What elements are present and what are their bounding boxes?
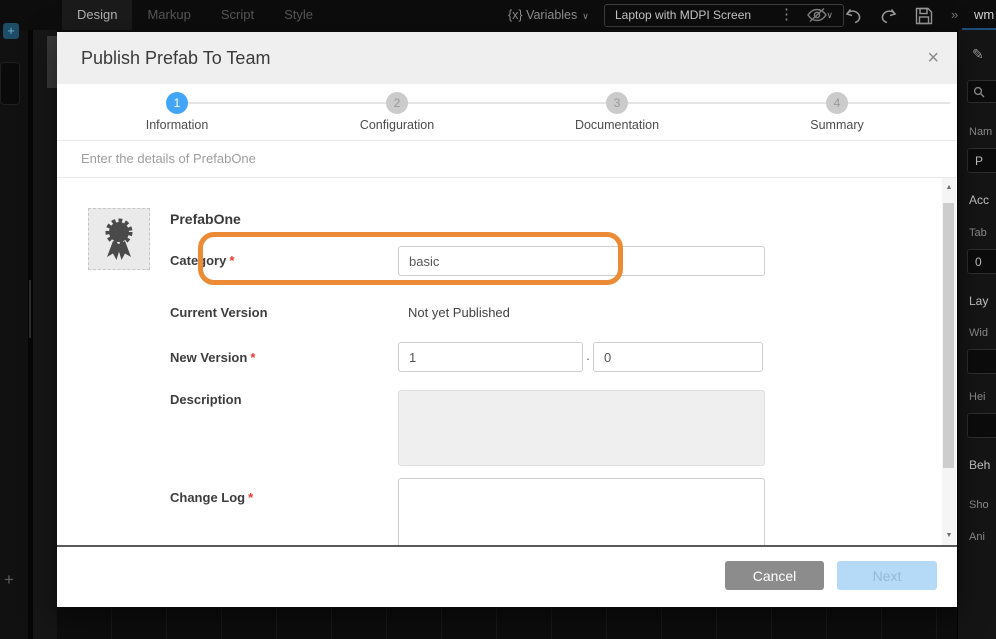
dialog-scrollbar[interactable]: ▲ ▼ xyxy=(942,178,956,545)
required-asterisk: * xyxy=(250,350,255,365)
height-field[interactable] xyxy=(967,413,996,438)
wizard-stepper: 1 Information 2 Configuration 3 Document… xyxy=(57,84,957,141)
tab-index-label: Tab xyxy=(969,227,987,239)
canvas-grid-strip xyxy=(57,607,957,639)
prefab-name-heading: PrefabOne xyxy=(170,211,241,227)
dialog-subtitle: Enter the details of PrefabOne xyxy=(57,141,957,178)
step-label: Information xyxy=(97,118,257,132)
properties-search-input[interactable] xyxy=(967,80,996,103)
new-version-label-text: New Version xyxy=(170,350,247,365)
sidebar-column xyxy=(33,30,57,639)
dialog-header: Publish Prefab To Team × xyxy=(57,32,957,84)
tab-index-field[interactable] xyxy=(967,249,996,274)
version-separator: . xyxy=(583,348,593,363)
change-log-label: Change Log* xyxy=(170,490,253,505)
right-panel-active-tab-indicator xyxy=(962,28,996,30)
more-options-icon[interactable]: ⋮ xyxy=(779,0,794,30)
section-accessibility: Acc xyxy=(969,193,989,207)
step-label: Summary xyxy=(757,118,917,132)
dialog-title: Publish Prefab To Team xyxy=(81,48,927,69)
left-sidebar: + xyxy=(0,30,57,639)
top-toolbar: « Design Markup Script Style {x} Variabl… xyxy=(0,0,996,30)
expand-panel-icon[interactable]: » xyxy=(951,0,958,30)
close-icon[interactable]: × xyxy=(927,48,939,68)
version-major-input[interactable] xyxy=(398,342,583,372)
redo-icon[interactable] xyxy=(879,8,899,24)
step-documentation[interactable]: 3 Documentation xyxy=(537,92,697,132)
step-summary[interactable]: 4 Summary xyxy=(757,92,917,132)
required-asterisk: * xyxy=(248,490,253,505)
sidebar-divider xyxy=(29,280,31,338)
add-button[interactable]: + xyxy=(3,23,19,39)
step-label: Configuration xyxy=(317,118,477,132)
current-version-label: Current Version xyxy=(170,305,268,320)
preview-eye-off-icon[interactable] xyxy=(806,7,828,23)
name-field[interactable] xyxy=(967,148,996,173)
next-button[interactable]: Next xyxy=(837,561,937,590)
step-configuration[interactable]: 2 Configuration xyxy=(317,92,477,132)
step-information[interactable]: 1 Information xyxy=(97,92,257,132)
width-field[interactable] xyxy=(967,349,996,374)
editor-mode-tabs: Design Markup Script Style xyxy=(62,0,328,30)
section-behavior: Beh xyxy=(969,458,990,472)
right-panel-partial-text: wm xyxy=(974,0,994,30)
tab-style[interactable]: Style xyxy=(269,0,328,30)
edit-pencil-icon[interactable]: ✎ xyxy=(972,46,984,63)
step-number-badge: 3 xyxy=(606,92,628,114)
description-textarea xyxy=(398,390,765,466)
sidebar-panel-block xyxy=(0,62,20,105)
scroll-up-icon[interactable]: ▲ xyxy=(942,184,956,191)
prefab-icon-tile[interactable] xyxy=(88,208,150,270)
scrollbar-thumb[interactable] xyxy=(943,203,954,468)
variables-label: {x} Variables xyxy=(508,8,577,22)
undo-icon[interactable] xyxy=(843,8,863,24)
tab-script[interactable]: Script xyxy=(206,0,269,30)
version-minor-input[interactable] xyxy=(593,342,763,372)
award-ribbon-icon xyxy=(99,216,139,262)
app-canvas: « Design Markup Script Style {x} Variabl… xyxy=(0,0,996,639)
section-layout: Lay xyxy=(969,294,988,308)
scroll-down-icon[interactable]: ▼ xyxy=(942,532,956,539)
description-label: Description xyxy=(170,392,242,407)
change-log-label-text: Change Log xyxy=(170,490,245,505)
dialog-footer: Cancel Next xyxy=(57,545,957,607)
step-number-badge: 2 xyxy=(386,92,408,114)
device-selector-value: Laptop with MDPI Screen xyxy=(615,5,751,26)
change-log-textarea[interactable] xyxy=(398,478,765,545)
step-number-badge: 4 xyxy=(826,92,848,114)
properties-panel: ✎ Nam Acc Tab Lay Wid Hei Beh Sho Ani xyxy=(957,30,996,639)
save-icon[interactable] xyxy=(915,7,933,25)
step-label: Documentation xyxy=(537,118,697,132)
name-field-label: Nam xyxy=(969,126,992,138)
category-highlight-annotation xyxy=(198,232,623,285)
cancel-button[interactable]: Cancel xyxy=(725,561,824,590)
chevron-down-icon: ∨ xyxy=(582,11,589,21)
current-version-value: Not yet Published xyxy=(408,305,510,320)
add-item-button[interactable]: + xyxy=(4,570,14,590)
sidebar-scrollbar[interactable] xyxy=(47,36,57,88)
height-label: Hei xyxy=(969,391,986,403)
tab-markup[interactable]: Markup xyxy=(132,0,205,30)
variables-menu[interactable]: {x} Variables ∨ xyxy=(508,0,589,30)
show-label: Sho xyxy=(969,499,989,511)
new-version-label: New Version* xyxy=(170,350,255,365)
search-icon xyxy=(973,86,985,98)
step-number-badge: 1 xyxy=(166,92,188,114)
width-label: Wid xyxy=(969,327,988,339)
publish-prefab-dialog: Publish Prefab To Team × 1 Information 2… xyxy=(57,32,957,607)
tab-design[interactable]: Design xyxy=(62,0,132,30)
dialog-form-body: PrefabOne Category* Current Version Not … xyxy=(57,178,957,545)
animation-label: Ani xyxy=(969,531,985,543)
